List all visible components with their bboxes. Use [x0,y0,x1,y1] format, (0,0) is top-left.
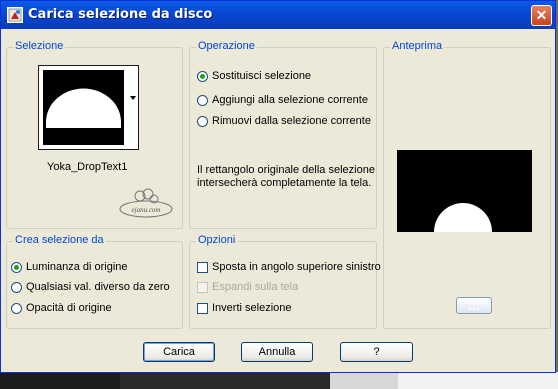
radio-source-luminance[interactable]: Luminanza di origine [11,259,128,275]
radio-label: Qualsiasi val. diverso da zero [26,281,170,293]
help-button[interactable]: ? [340,342,413,362]
radio-label: Sostituisci selezione [212,70,312,82]
checkbox-label: Sposta in angolo superiore sinistro [212,261,381,273]
checkbox-indicator[interactable] [197,281,208,293]
thumbnail-name: Yoka_DropText1 [47,161,128,173]
radio-indicator[interactable] [197,94,208,106]
radio-label: Luminanza di origine [26,261,128,273]
radio-indicator[interactable] [197,115,208,127]
radio-indicator[interactable] [11,302,22,314]
window-title: Carica selezione da disco [28,7,213,22]
selection-group-label: Selezione [13,40,66,52]
selection-thumbnail-picker[interactable] [38,65,139,150]
preview-image [397,150,532,232]
checkbox-indicator[interactable] [197,261,208,273]
radio-indicator[interactable] [197,70,208,82]
radio-label: Aggiungi alla selezione corrente [212,94,368,106]
watermark-logo: ejanu.com [119,188,173,218]
radio-add-to-selection[interactable]: Aggiungi alla selezione corrente [197,92,368,108]
thumbnail-shape [43,70,124,145]
radio-indicator[interactable] [11,281,22,293]
create-from-group-label: Crea selezione da [13,234,106,246]
ellipsis-icon [469,308,471,310]
checkbox-invert-selection[interactable]: Inverti selezione [197,300,292,316]
radio-label: Rimuovi dalla selezione corrente [212,115,371,127]
preview-group-label: Anteprima [390,40,445,52]
app-icon [7,7,23,23]
cancel-button[interactable]: Annulla [241,342,313,362]
checkbox-label: Inverti selezione [212,302,292,314]
radio-remove-from-selection[interactable]: Rimuovi dalla selezione corrente [197,113,371,129]
selection-thumbnail [43,70,124,145]
close-icon: ✕ [535,7,548,23]
operation-info-text: Il rettangolo originale della selezione … [197,164,375,189]
load-button[interactable]: Carica [143,342,215,362]
radio-replace-selection[interactable]: Sostituisci selezione [197,68,311,84]
background-block-mid [330,372,398,389]
checkbox-expand-canvas[interactable]: Espandi sulla tela [197,279,298,295]
radio-source-opacity[interactable]: Opacità di origine [11,300,112,316]
checkbox-label: Espandi sulla tela [212,281,299,293]
chevron-down-icon[interactable] [130,96,136,100]
checkbox-indicator[interactable] [197,302,208,314]
close-button[interactable]: ✕ [531,5,552,26]
radio-any-nonzero[interactable]: Qualsiasi val. diverso da zero [11,279,170,295]
options-group-label: Opzioni [196,234,238,246]
preview-shape [397,150,532,232]
checkbox-move-top-left[interactable]: Sposta in angolo superiore sinistro [197,259,381,275]
background-block-right [398,372,558,389]
background-block-left [0,372,120,389]
operation-group-label: Operazione [196,40,257,52]
background-strip [0,372,558,389]
title-bar[interactable]: Carica selezione da disco ✕ [1,1,555,29]
preview-options-button[interactable] [456,297,492,314]
radio-indicator[interactable] [11,261,22,273]
watermark-text: ejanu.com [132,206,161,214]
load-selection-dialog: Carica selezione da disco ✕ Selezione Yo… [0,0,556,373]
radio-label: Opacità di origine [26,302,112,314]
